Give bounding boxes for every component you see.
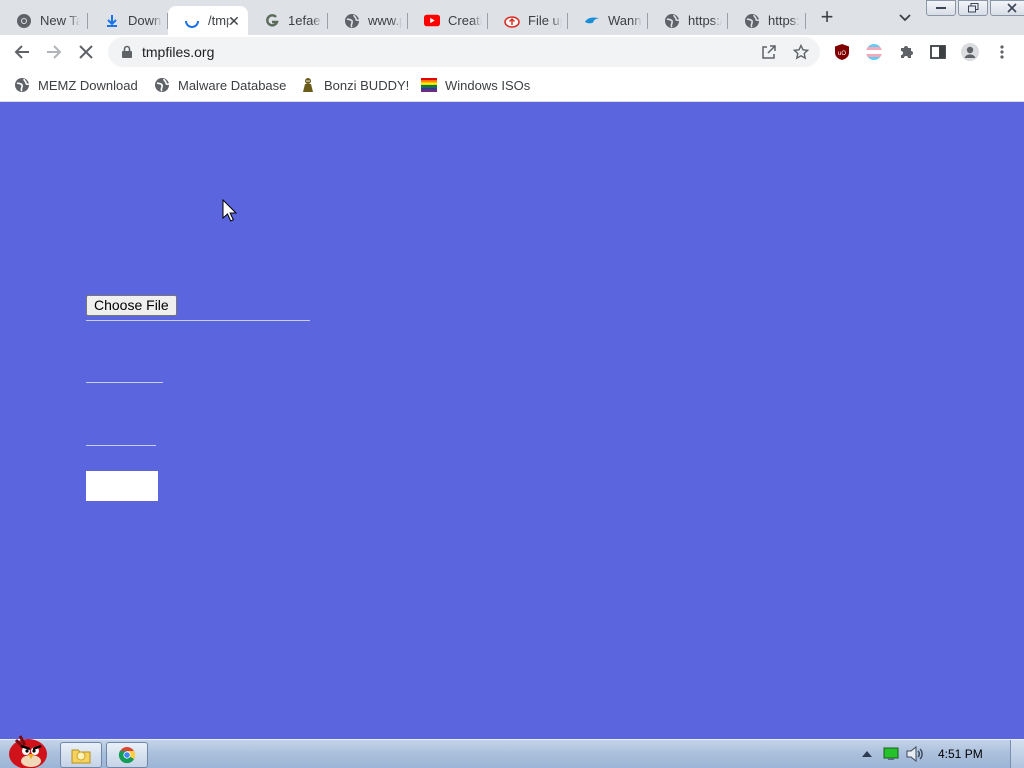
tab-https-1[interactable]: https:/ (648, 6, 728, 35)
chrome-icon (16, 13, 32, 29)
volume-tray-icon[interactable] (906, 745, 924, 763)
tab-label: New Tab (40, 13, 80, 28)
show-hidden-icons-button[interactable] (860, 745, 874, 763)
mouse-pointer-icon (222, 199, 238, 222)
tab-label: Downloads (128, 13, 162, 28)
tab-new-tab[interactable]: New Tab (0, 6, 88, 35)
forward-button[interactable] (40, 38, 68, 66)
ublock-origin-icon[interactable]: uO (832, 42, 852, 62)
tab-label: Wanna (608, 13, 642, 28)
url-text: tmpfiles.org (142, 44, 215, 60)
show-desktop-button[interactable] (1010, 740, 1024, 768)
start-button[interactable] (4, 730, 50, 768)
bookmark-bonzi-buddy[interactable]: Bonzi BUDDY! (300, 76, 409, 94)
new-tab-button[interactable]: + (815, 6, 839, 30)
taskbar-chrome-button[interactable] (106, 742, 148, 768)
upload-button[interactable] (86, 471, 158, 501)
windows-taskbar: 4:51 PM (0, 735, 1024, 768)
bookmark-memz-download[interactable]: MEMZ Download (14, 76, 138, 94)
trans-flag-extension-icon[interactable] (864, 42, 884, 62)
bookmark-malware-database[interactable]: Malware Database (154, 76, 286, 94)
page-content: Choose File (0, 103, 1024, 739)
profile-avatar-icon[interactable] (960, 42, 980, 62)
youtube-icon (424, 13, 440, 29)
input-underline[interactable] (86, 445, 156, 446)
address-bar[interactable]: tmpfiles.org (108, 37, 820, 67)
tab-label: https:/ (768, 13, 800, 28)
file-input-row: Choose File (86, 295, 310, 321)
bookmark-star-icon[interactable] (792, 43, 810, 61)
minimize-button[interactable] (926, 0, 956, 16)
network-tray-icon[interactable] (882, 745, 900, 763)
tab-strip: New Tab Downloads /tmp ✕ 1efae8 www.p Cr… (0, 0, 1024, 35)
tab-https-2[interactable]: https:/ (728, 6, 806, 35)
tab-search-button[interactable] (893, 6, 917, 30)
globe-icon (744, 13, 760, 29)
globe-icon (14, 77, 30, 93)
lock-icon (122, 45, 132, 58)
restore-icon (967, 3, 978, 13)
g-logo-icon (264, 13, 280, 29)
taskbar-clock[interactable]: 4:51 PM (938, 747, 983, 761)
close-window-button[interactable] (990, 0, 1024, 16)
arrow-right-icon (47, 45, 62, 59)
bird-icon (584, 13, 600, 29)
tab-1efae8[interactable]: 1efae8 (248, 6, 328, 35)
loading-spinner-icon (184, 13, 200, 29)
svg-text:uO: uO (838, 51, 846, 57)
globe-icon (664, 13, 680, 29)
side-panel-icon[interactable] (928, 42, 948, 62)
bookmark-label: Malware Database (178, 77, 287, 93)
angry-bird-start-icon (9, 735, 47, 768)
chrome-logo-icon (118, 747, 136, 764)
tab-label: 1efae8 (288, 13, 322, 28)
tab-label: https:/ (688, 13, 722, 28)
bookmark-label: Windows ISOs (445, 77, 531, 93)
bonzi-icon (300, 77, 316, 93)
arrow-left-icon (14, 45, 29, 59)
globe-icon (154, 77, 170, 93)
tab-www[interactable]: www.p (328, 6, 408, 35)
tab-downloads[interactable]: Downloads (88, 6, 168, 35)
tab-wanna[interactable]: Wanna (568, 6, 648, 35)
close-icon (79, 45, 93, 59)
chevron-down-icon (899, 14, 911, 22)
globe-icon (344, 13, 360, 29)
input-underline[interactable] (86, 382, 163, 383)
tab-label: File up (528, 13, 562, 28)
minimize-icon (936, 7, 946, 9)
share-icon[interactable] (760, 43, 778, 61)
tab-tmpfiles-active[interactable]: /tmp ✕ (168, 6, 248, 35)
close-icon (1007, 3, 1017, 13)
upload-cloud-icon (504, 13, 520, 29)
close-tab-icon[interactable]: ✕ (226, 13, 242, 29)
bookmarks-bar: MEMZ Download Malware Database Bonzi BUD… (0, 69, 1024, 102)
chrome-menu-icon[interactable] (992, 42, 1012, 62)
browser-toolbar: tmpfiles.org uO (0, 35, 1024, 69)
bookmark-windows-isos[interactable]: Windows ISOs (421, 76, 530, 94)
restore-button[interactable] (958, 0, 988, 16)
window-controls (926, 0, 1024, 17)
download-icon (104, 13, 120, 29)
tab-file-upload[interactable]: File up (488, 6, 568, 35)
choose-file-button[interactable]: Choose File (86, 295, 177, 316)
folder-icon (71, 749, 91, 764)
tab-creative[interactable]: Creativ (408, 6, 488, 35)
extensions-puzzle-icon[interactable] (896, 42, 916, 62)
tab-label: www.p (368, 13, 402, 28)
bookmark-label: Bonzi BUDDY! (324, 77, 410, 93)
taskbar-explorer-button[interactable] (60, 742, 102, 768)
rainbow-flag-icon (421, 77, 437, 93)
triangle-up-icon (862, 751, 872, 757)
back-button[interactable] (8, 38, 36, 66)
bookmark-label: MEMZ Download (38, 77, 138, 93)
stop-loading-button[interactable] (72, 38, 100, 66)
tab-label: Creativ (448, 13, 482, 28)
